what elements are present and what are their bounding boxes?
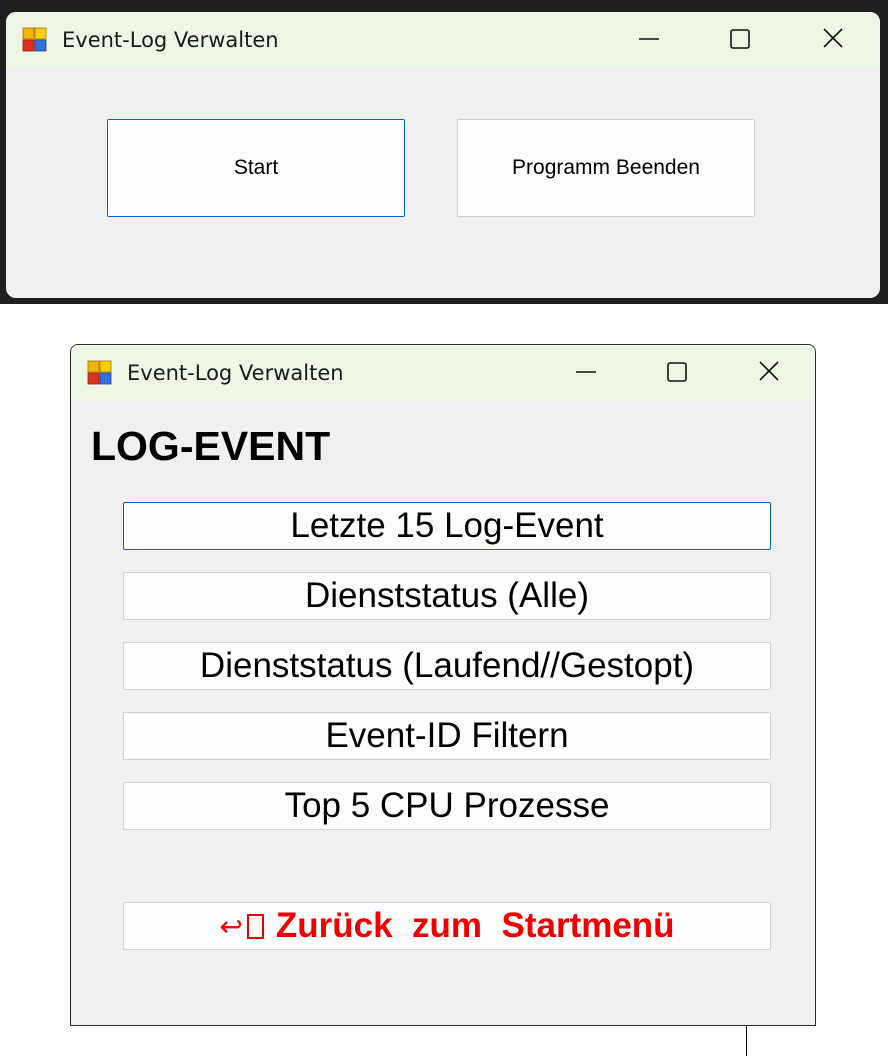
- close-icon: [823, 28, 843, 48]
- service-status-running-stopped-button[interactable]: Dienststatus (Laufend//Gestopt): [123, 642, 771, 690]
- close-icon: [759, 361, 779, 381]
- exit-program-button[interactable]: Programm Beenden: [457, 119, 755, 217]
- title-bar[interactable]: Event-Log Verwalten: [6, 12, 880, 68]
- log-event-window: Event-Log Verwalten LOG-EVENT Letzte 15 …: [70, 344, 816, 1026]
- maximize-button[interactable]: [654, 355, 700, 391]
- missing-glyph-icon: [246, 913, 264, 939]
- window-title: Event-Log Verwalten: [62, 28, 279, 52]
- start-window: Event-Log Verwalten Start Programm Beend…: [6, 12, 880, 298]
- minimize-button[interactable]: [626, 22, 672, 58]
- maximize-icon: [667, 362, 687, 382]
- text-cursor: [746, 1026, 747, 1056]
- back-to-start-menu-button[interactable]: ↩ Zurück zum Startmenü: [123, 902, 771, 950]
- last-15-log-events-button[interactable]: Letzte 15 Log-Event: [123, 502, 771, 550]
- return-arrow-icon: ↩: [219, 909, 243, 943]
- back-button-label: Zurück zum Startmenü: [275, 906, 675, 945]
- minimize-button[interactable]: [563, 355, 609, 391]
- maximize-icon: [730, 29, 750, 49]
- start-button[interactable]: Start: [107, 119, 405, 217]
- page-heading: LOG-EVENT: [91, 423, 331, 469]
- close-button[interactable]: [746, 355, 792, 391]
- app-windows-icon: [22, 27, 47, 52]
- close-button[interactable]: [810, 22, 856, 58]
- service-status-all-button[interactable]: Dienststatus (Alle): [123, 572, 771, 620]
- minimize-icon: [576, 371, 596, 373]
- window-title: Event-Log Verwalten: [127, 361, 344, 385]
- minimize-icon: [639, 38, 659, 40]
- maximize-button[interactable]: [717, 22, 763, 58]
- title-bar[interactable]: Event-Log Verwalten: [71, 345, 815, 401]
- filter-event-id-button[interactable]: Event-ID Filtern: [123, 712, 771, 760]
- top-5-cpu-processes-button[interactable]: Top 5 CPU Prozesse: [123, 782, 771, 830]
- app-windows-icon: [87, 360, 112, 385]
